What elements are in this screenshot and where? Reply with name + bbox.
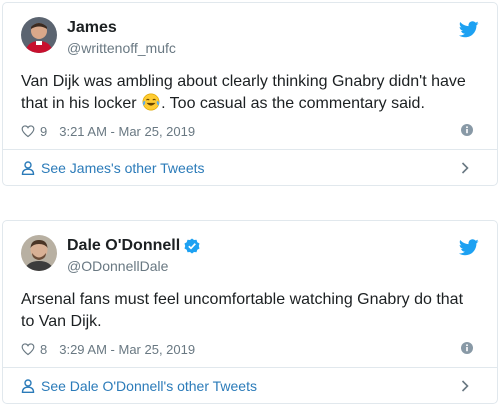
face-with-tears-of-joy-icon [142,93,160,111]
tweet-text: Arsenal fans must feel uncomfortable wat… [21,291,464,330]
author-block[interactable]: Dale O'Donnell @ODonnellDale [67,236,200,275]
person-icon [21,379,35,393]
twitter-bird-icon[interactable] [459,21,479,38]
see-other-tweets-link[interactable]: See Dale O'Donnell's other Tweets [21,368,479,404]
heart-icon[interactable] [21,342,35,356]
heart-icon[interactable] [21,124,35,138]
tweet-card-james: James @writtenoff_mufc Van Dijk was ambl… [2,2,498,186]
like-count[interactable]: 9 [40,124,47,139]
tweet-header: Dale O'Donnell @ODonnellDale [21,235,479,279]
author-handle[interactable]: @writtenoff_mufc [67,39,176,57]
author-name[interactable]: Dale O'Donnell [67,236,200,256]
author-block[interactable]: James @writtenoff_mufc [67,18,176,57]
tweet-text: Van Dijk was ambling about clearly think… [21,73,466,112]
info-icon[interactable] [461,342,473,354]
like-count[interactable]: 8 [40,342,47,357]
see-other-tweets-label[interactable]: See James's other Tweets [41,160,205,176]
tweet-meta: 9 3:21 AM - Mar 25, 2019 [21,121,479,141]
see-other-tweets-link[interactable]: See James's other Tweets [21,150,479,186]
twitter-bird-icon[interactable] [459,239,479,256]
tweet-timestamp[interactable]: 3:21 AM - Mar 25, 2019 [59,124,195,139]
info-icon[interactable] [461,124,473,136]
author-handle[interactable]: @ODonnellDale [67,257,200,275]
tweet-card-dale: Dale O'Donnell @ODonnellDale Arsenal fan… [2,220,498,404]
verified-badge-icon [184,238,200,254]
tweet-meta: 8 3:29 AM - Mar 25, 2019 [21,339,479,359]
tweet-header: James @writtenoff_mufc [21,17,479,61]
person-icon [21,161,35,175]
see-other-tweets-label[interactable]: See Dale O'Donnell's other Tweets [41,378,257,394]
tweet-timestamp[interactable]: 3:29 AM - Mar 25, 2019 [59,342,195,357]
chevron-right-icon[interactable] [461,380,469,392]
author-name[interactable]: James [67,18,176,38]
avatar[interactable] [21,235,57,271]
chevron-right-icon[interactable] [461,162,469,174]
avatar[interactable] [21,17,57,53]
